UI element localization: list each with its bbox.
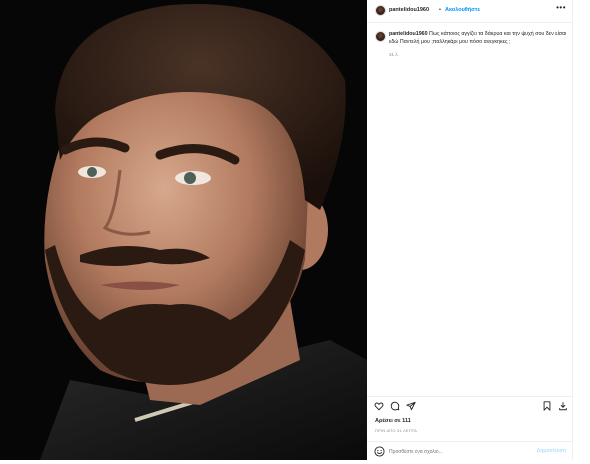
more-icon[interactable]: •••: [556, 4, 566, 12]
author-avatar[interactable]: [375, 5, 386, 16]
author-username[interactable]: pantelidou1960: [389, 7, 429, 13]
post-date: ΠΡΙΝ ΑΠΟ 31 ΛΕΠΤΑ: [375, 428, 418, 433]
post-caption: pantelidou1960 Πως κάποιος αγγίζει τα δά…: [389, 31, 567, 46]
publish-button[interactable]: Δημοσίευση: [537, 448, 566, 454]
header-separator: •: [439, 7, 441, 13]
likes-count[interactable]: Αρέσει σε 111: [375, 418, 411, 424]
post-side-panel: pantelidou1960 • Ακολουθήστε ••• panteli…: [367, 0, 573, 460]
comment-input[interactable]: [389, 447, 529, 456]
post-header: pantelidou1960 • Ακολουθήστε •••: [367, 0, 572, 23]
comment-bar: Δημοσίευση: [367, 441, 572, 461]
send-icon[interactable]: [406, 401, 416, 411]
action-bar: [367, 396, 572, 413]
download-icon[interactable]: [558, 401, 568, 411]
heart-icon[interactable]: [374, 401, 384, 411]
follow-button[interactable]: Ακολουθήστε: [445, 7, 480, 13]
caption-time: 31 λ.: [389, 52, 399, 57]
caption-avatar[interactable]: [375, 31, 386, 42]
portrait-image: [0, 0, 367, 460]
bookmark-icon[interactable]: [542, 401, 552, 411]
post-photo[interactable]: [0, 0, 367, 460]
caption-username[interactable]: pantelidou1960: [389, 31, 428, 37]
comment-icon[interactable]: [390, 401, 400, 411]
emoji-icon[interactable]: [374, 446, 385, 457]
